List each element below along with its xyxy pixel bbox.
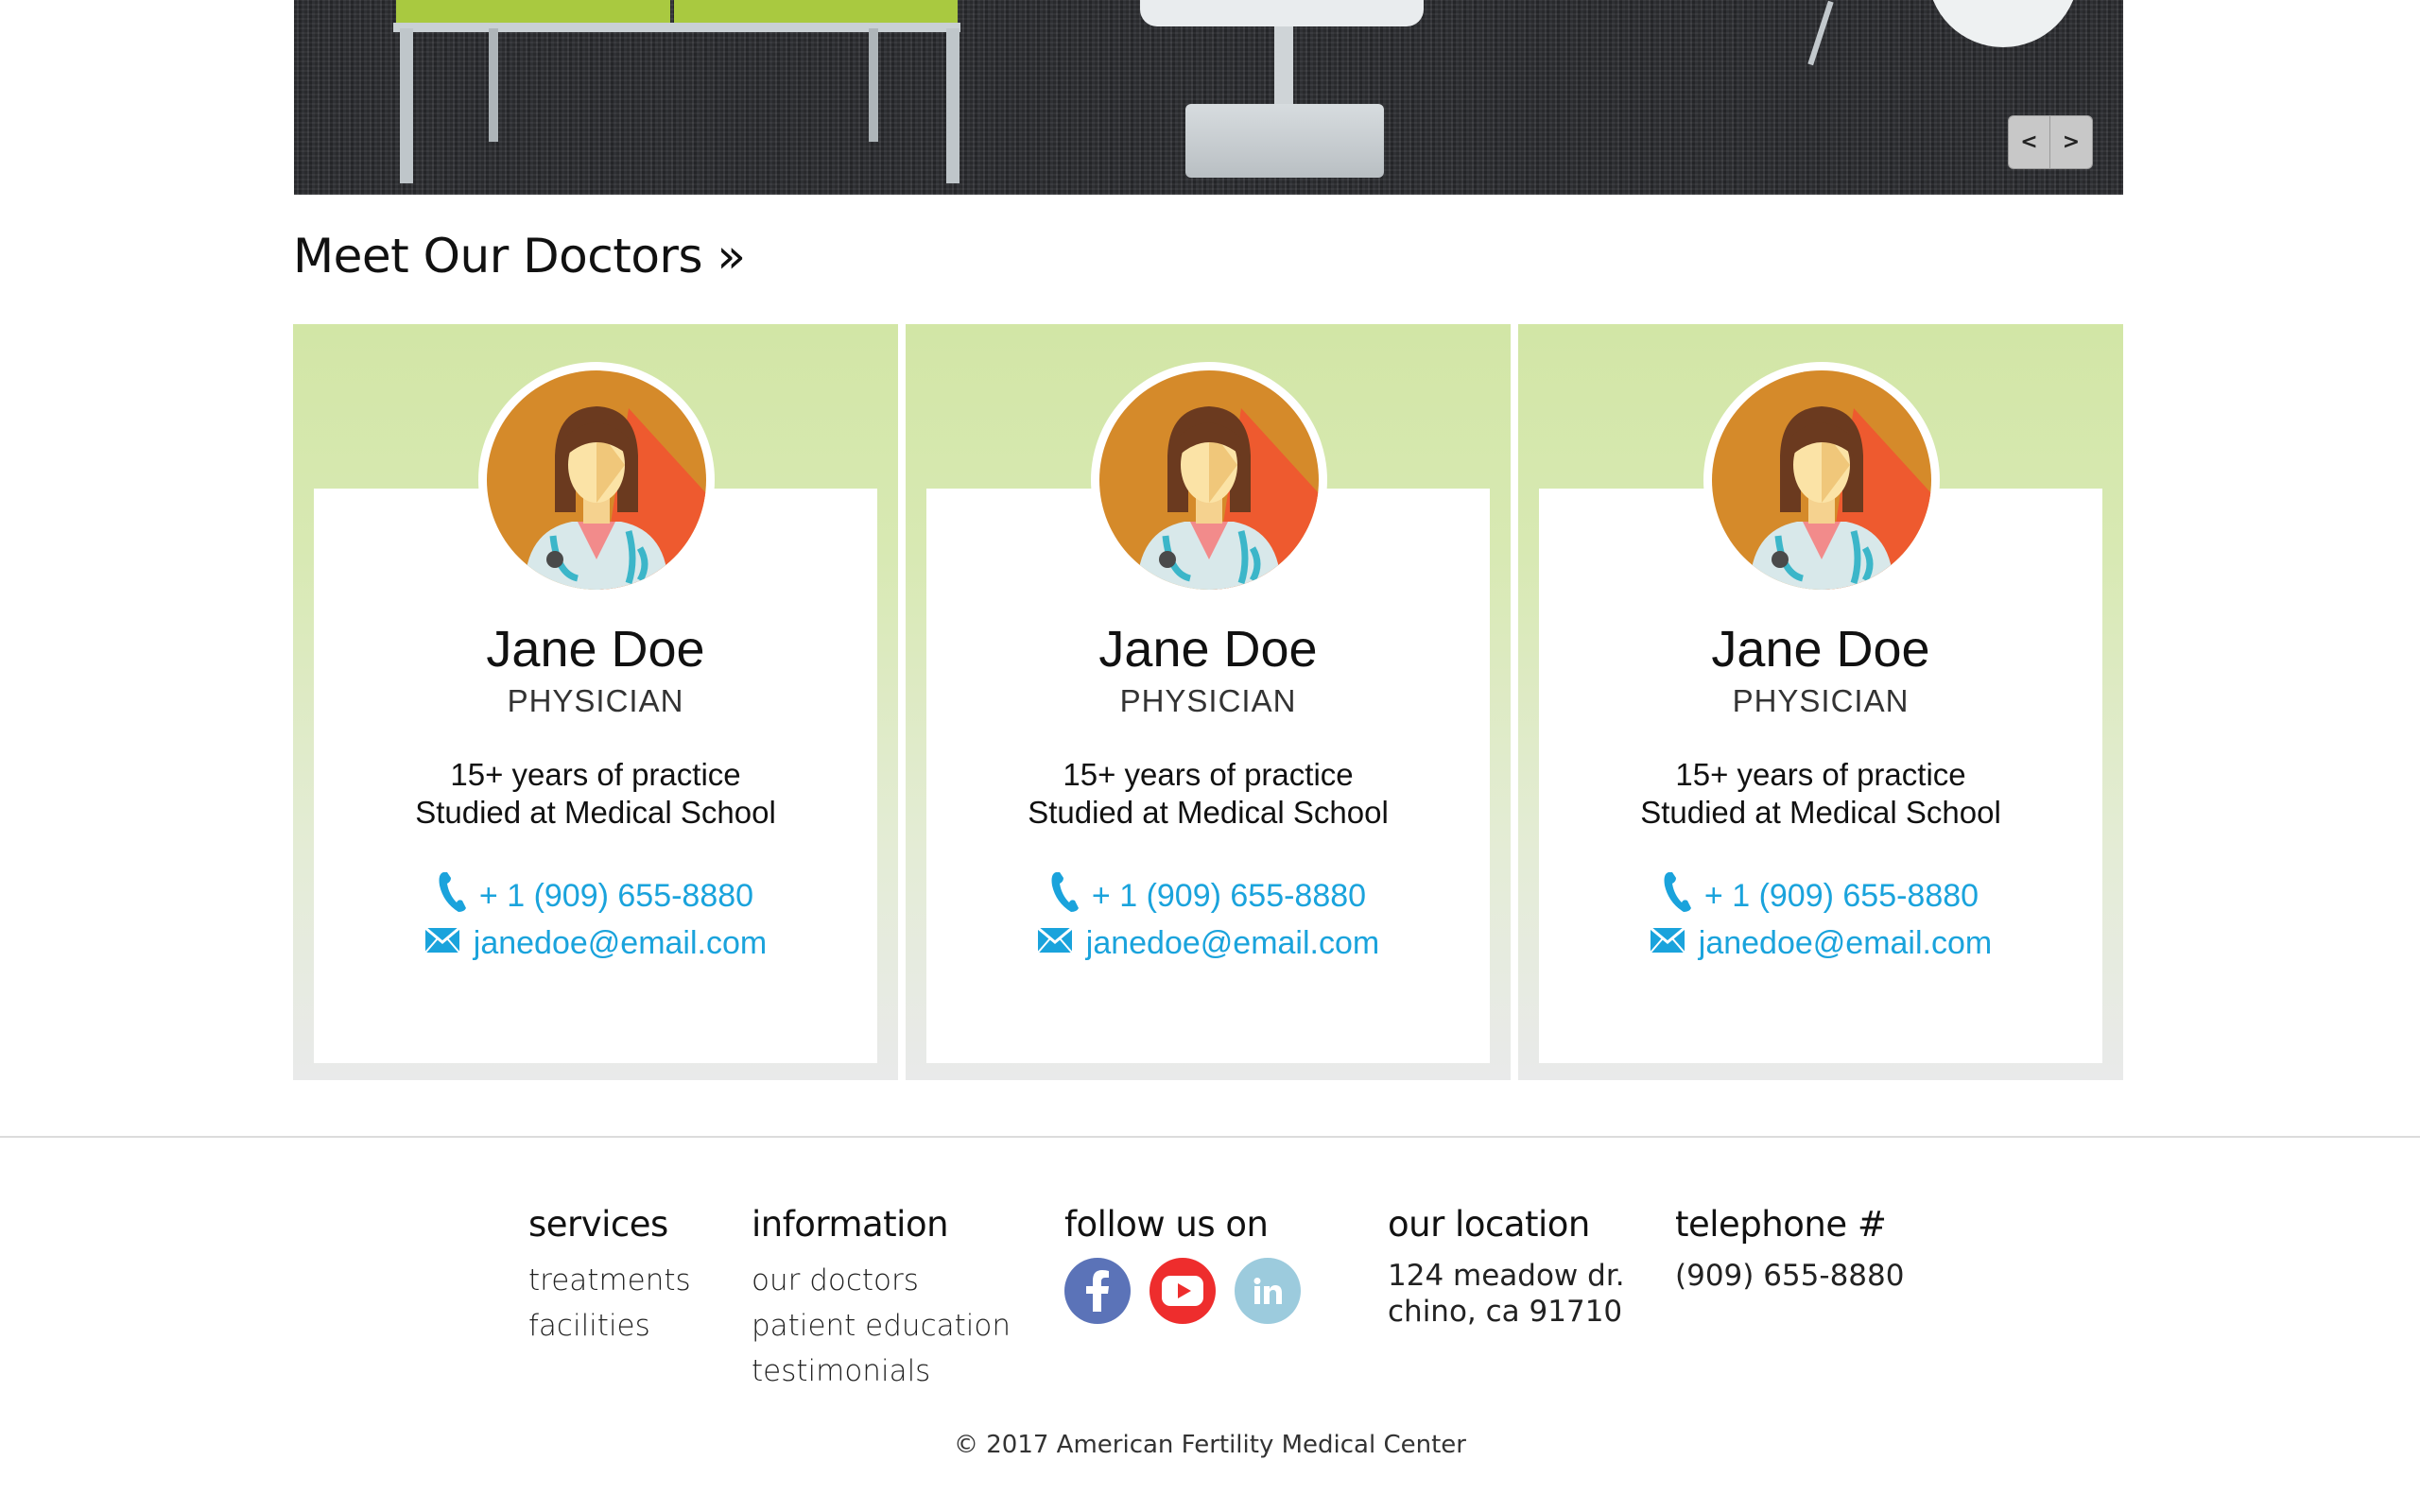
footer-follow-column: follow us on bbox=[1064, 1204, 1301, 1324]
doctor-avatar bbox=[1091, 362, 1327, 598]
bench-cushion bbox=[396, 0, 670, 25]
doctor-phone-link[interactable]: + 1 (909) 655-8880 bbox=[1518, 870, 2123, 922]
doctor-experience: 15+ years of practice bbox=[1063, 757, 1354, 792]
footer-link-our-doctors[interactable]: our doctors bbox=[752, 1258, 1011, 1303]
footer-information-heading: information bbox=[752, 1204, 949, 1245]
footer-telephone-heading: telephone # bbox=[1675, 1204, 1887, 1245]
footer-follow-heading: follow us on bbox=[1064, 1204, 1269, 1245]
doctor-avatar bbox=[1703, 362, 1940, 598]
doctor-role: PHYSICIAN bbox=[1732, 683, 1910, 718]
slider-prev-button[interactable]: < bbox=[2008, 115, 2050, 169]
footer-location-column: our location 124 meadow dr. chino, ca 91… bbox=[1388, 1204, 1625, 1330]
doctor-email-text: janedoe@email.com bbox=[1085, 925, 1380, 961]
doctor-name: Jane Doe bbox=[1711, 621, 1930, 678]
doctor-card: Jane Doe PHYSICIAN 15+ years of practice… bbox=[906, 324, 1511, 1080]
meet-doctors-heading[interactable]: Meet Our Doctors » bbox=[293, 229, 746, 284]
footer-information-column: information our doctors patient educatio… bbox=[752, 1204, 1011, 1394]
doctor-email-text: janedoe@email.com bbox=[1698, 925, 1993, 961]
footer-divider bbox=[0, 1136, 2420, 1138]
doctor-phone-link[interactable]: + 1 (909) 655-8880 bbox=[293, 870, 898, 922]
footer-address-line2: chino, ca 91710 bbox=[1388, 1295, 1623, 1329]
doctor-experience: 15+ years of practice bbox=[450, 757, 741, 792]
slider-next-button[interactable]: > bbox=[2050, 115, 2093, 169]
doctor-education: Studied at Medical School bbox=[1028, 795, 1389, 830]
linkedin-icon[interactable] bbox=[1235, 1258, 1301, 1324]
doctor-name: Jane Doe bbox=[1098, 621, 1318, 678]
table-top bbox=[1140, 0, 1424, 26]
phone-icon bbox=[1050, 870, 1079, 922]
bench-leg bbox=[946, 28, 959, 183]
doctor-avatar bbox=[478, 362, 715, 598]
footer-telephone-column: telephone # (909) 655-8880 bbox=[1675, 1204, 1904, 1294]
phone-icon bbox=[438, 870, 466, 922]
footer-services-column: services treatments facilities bbox=[528, 1204, 691, 1349]
phone-icon bbox=[1663, 870, 1691, 922]
doctor-email-link[interactable]: janedoe@email.com bbox=[906, 925, 1511, 962]
footer-services-heading: services bbox=[528, 1204, 668, 1245]
bench-leg bbox=[489, 28, 498, 142]
doctor-phone-text: + 1 (909) 655-8880 bbox=[1703, 878, 1979, 914]
female-doctor-icon bbox=[487, 370, 706, 590]
hero-slider: < > bbox=[294, 0, 2123, 195]
female-doctor-icon bbox=[1099, 370, 1319, 590]
facebook-icon[interactable] bbox=[1064, 1258, 1131, 1324]
footer-link-treatments[interactable]: treatments bbox=[528, 1258, 691, 1303]
doctor-education: Studied at Medical School bbox=[415, 795, 776, 830]
table-base bbox=[1185, 104, 1384, 178]
doctor-role: PHYSICIAN bbox=[1119, 683, 1297, 718]
female-doctor-icon bbox=[1712, 370, 1931, 590]
footer-link-patient-education[interactable]: patient education bbox=[752, 1303, 1011, 1349]
envelope-icon bbox=[1649, 925, 1685, 962]
footer-phone-number[interactable]: (909) 655-8880 bbox=[1675, 1258, 1904, 1294]
doctor-role: PHYSICIAN bbox=[507, 683, 684, 718]
doctor-cards: Jane Doe PHYSICIAN 15+ years of practice… bbox=[293, 324, 2123, 1080]
doctor-email-link[interactable]: janedoe@email.com bbox=[293, 925, 898, 962]
doctor-email-text: janedoe@email.com bbox=[473, 925, 768, 961]
doctor-phone-text: + 1 (909) 655-8880 bbox=[478, 878, 754, 914]
social-links bbox=[1064, 1258, 1301, 1324]
envelope-icon bbox=[424, 925, 460, 962]
doctor-card: Jane Doe PHYSICIAN 15+ years of practice… bbox=[293, 324, 898, 1080]
doctor-phone-link[interactable]: + 1 (909) 655-8880 bbox=[906, 870, 1511, 922]
copyright-text: © 2017 American Fertility Medical Center bbox=[953, 1431, 1466, 1459]
doctor-name: Jane Doe bbox=[486, 621, 705, 678]
doctor-education: Studied at Medical School bbox=[1640, 795, 2001, 830]
youtube-icon[interactable] bbox=[1150, 1258, 1216, 1324]
footer-address-line1: 124 meadow dr. bbox=[1388, 1259, 1625, 1293]
doctor-experience: 15+ years of practice bbox=[1675, 757, 1966, 792]
doctor-phone-text: + 1 (909) 655-8880 bbox=[1091, 878, 1367, 914]
bench-leg bbox=[869, 28, 878, 142]
footer-link-testimonials[interactable]: testimonials bbox=[752, 1349, 1011, 1394]
footer-location-heading: our location bbox=[1388, 1204, 1590, 1245]
bench-leg bbox=[400, 28, 413, 183]
envelope-icon bbox=[1036, 925, 1073, 962]
footer-link-facilities[interactable]: facilities bbox=[528, 1303, 691, 1349]
slider-nav: < > bbox=[2008, 115, 2093, 169]
doctor-email-link[interactable]: janedoe@email.com bbox=[1518, 925, 2123, 962]
bench-cushion bbox=[674, 0, 958, 25]
doctor-card: Jane Doe PHYSICIAN 15+ years of practice… bbox=[1518, 324, 2123, 1080]
